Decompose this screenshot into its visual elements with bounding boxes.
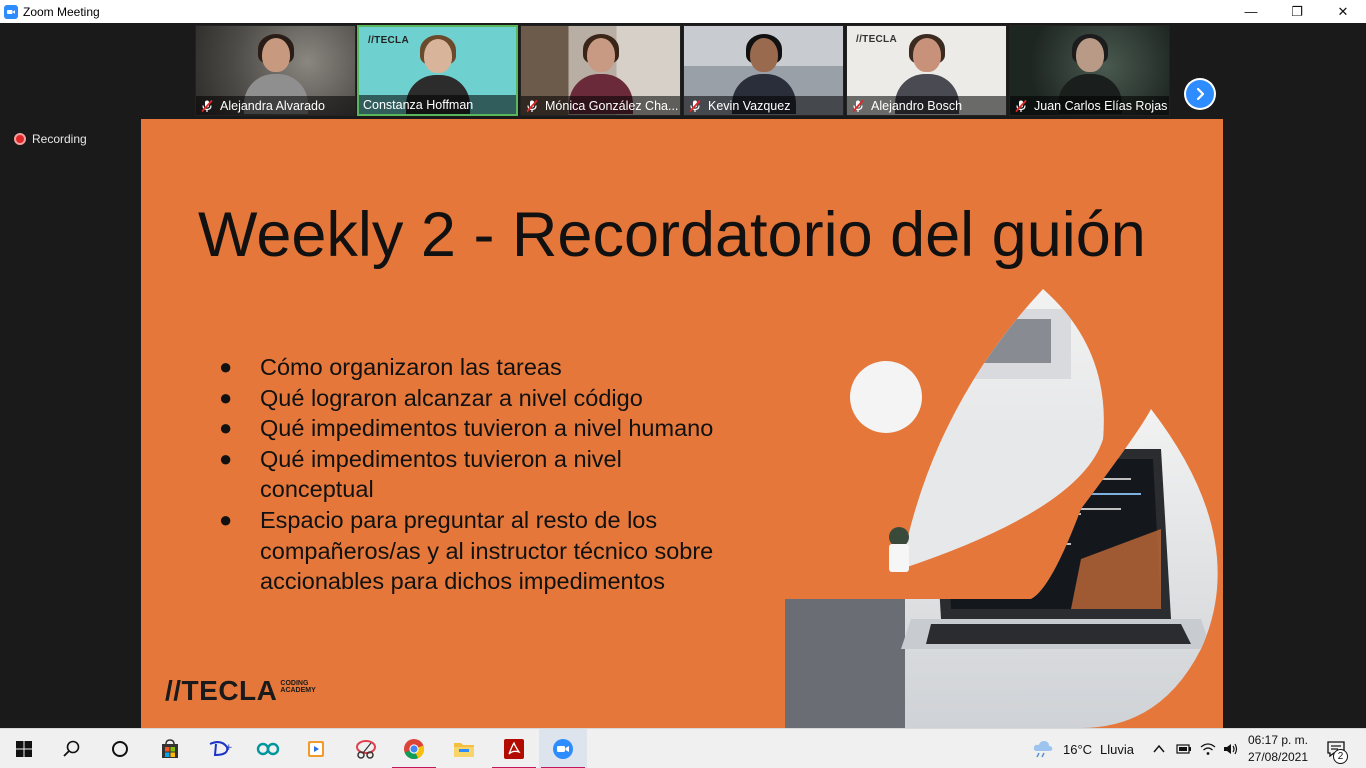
rain-cloud-icon — [1033, 741, 1053, 758]
participant-tile-active-speaker[interactable]: //TECLA Constanza Hoffman — [357, 25, 518, 116]
list-item: ● Cómo organizaron las tareas — [219, 352, 779, 383]
system-tray — [1152, 729, 1240, 768]
shared-screen-slide: Weekly 2 - Recordatorio del guión ● Cómo … — [141, 119, 1223, 728]
weather-temperature: 16°C — [1063, 741, 1093, 757]
slide-title: Weekly 2 - Recordatorio del guión — [198, 200, 1146, 270]
taskbar-app-chrome[interactable] — [390, 729, 438, 768]
participant-name: Alejandro Bosch — [871, 98, 963, 113]
close-icon: ✕ — [1337, 3, 1349, 19]
minimize-icon: — — [1244, 4, 1258, 19]
recording-dot-icon — [14, 133, 26, 145]
weather-widget[interactable]: 16°C Lluvia — [1032, 729, 1134, 768]
bullet-text: Cómo organizaron las tareas — [260, 354, 562, 380]
tecla-background-logo: //TECLA — [368, 35, 409, 46]
list-item: ● Qué impedimentos tuvieron a nivel conce… — [219, 444, 659, 505]
bullet-icon: ● — [219, 445, 233, 471]
microphone-muted-icon — [201, 99, 213, 112]
search-icon — [63, 740, 80, 757]
taskbar-app-media-player[interactable] — [292, 729, 340, 768]
bullet-text: Qué impedimentos tuvieron a nivel concep… — [260, 445, 622, 503]
svg-text:+: + — [225, 743, 233, 753]
close-button[interactable]: ✕ — [1320, 0, 1366, 23]
chevron-up-icon[interactable] — [1152, 743, 1166, 755]
bullet-icon: ● — [219, 415, 233, 441]
list-item: ● Qué impedimentos tuvieron a nivel human… — [219, 413, 779, 444]
tecla-background-logo: //TECLA — [856, 34, 897, 45]
taskbar-app-acrobat[interactable] — [490, 729, 538, 768]
participant-name: Juan Carlos Elías Rojas — [1034, 98, 1168, 113]
disney-plus-icon: + — [209, 741, 233, 757]
restore-button[interactable]: ❐ — [1274, 0, 1320, 23]
participant-name: Kevin Vazquez — [708, 98, 791, 113]
bullet-text: Espacio para preguntar al resto de los c… — [260, 506, 714, 595]
windows-taskbar: + 16°C Lluvia 06:17 p. m. 27/08/2021 2 — [0, 728, 1366, 768]
taskbar-app-file-explorer[interactable] — [440, 729, 488, 768]
list-item: ● Qué lograron alcanzar a nivel código — [219, 383, 779, 414]
participant-tile[interactable]: Kevin Vazquez — [683, 25, 844, 116]
participant-tile[interactable]: Mónica González Cha... — [520, 25, 681, 116]
participant-tile[interactable]: Juan Carlos Elías Rojas — [1009, 25, 1170, 116]
list-item: ● Espacio para preguntar al resto de los … — [219, 505, 779, 597]
bullet-icon: ● — [219, 384, 233, 410]
participant-tile[interactable]: Alejandra Alvarado — [195, 25, 356, 116]
microphone-muted-icon — [689, 99, 701, 112]
recording-indicator[interactable]: Recording — [14, 132, 87, 146]
microphone-muted-icon — [526, 99, 538, 112]
slide-bullet-list: ● Cómo organizaron las tareas ● Qué lograr… — [219, 352, 779, 597]
bullet-icon: ● — [219, 506, 233, 532]
taskbar-app-zoom[interactable] — [539, 729, 587, 768]
window-title: Zoom Meeting — [23, 4, 100, 19]
taskbar-app-snipping-tool[interactable] — [342, 729, 390, 768]
bullet-text: Qué impedimentos tuvieron a nivel humano — [260, 415, 714, 442]
bullet-icon: ● — [219, 354, 233, 379]
participant-name: Constanza Hoffman — [363, 97, 474, 112]
bullet-text: Qué lograron alcanzar a nivel código — [260, 384, 643, 411]
gallery-next-page-button[interactable] — [1184, 78, 1216, 110]
tecla-logo: //TECLA CODING ACADEMY — [165, 675, 316, 706]
search-button[interactable] — [48, 729, 96, 768]
start-icon — [16, 741, 32, 757]
wifi-icon[interactable] — [1200, 742, 1216, 756]
participant-name: Mónica González Cha... — [545, 98, 679, 113]
cortana-button[interactable] — [96, 729, 144, 768]
participant-tile[interactable]: //TECLA Alejandro Bosch — [846, 25, 1007, 116]
cortana-icon — [112, 741, 128, 757]
snipping-tool-icon — [356, 740, 376, 759]
zoom-icon — [553, 739, 573, 759]
clock-time: 06:17 p. m. — [1247, 733, 1309, 747]
laptop-workspace-illustration — [785, 289, 1218, 728]
media-player-icon — [308, 741, 324, 757]
restore-icon: ❐ — [1291, 3, 1303, 19]
zoom-app-icon — [4, 4, 18, 19]
window-titlebar: Zoom Meeting — ❐ ✕ — [0, 0, 1366, 23]
start-button[interactable] — [0, 729, 48, 768]
microphone-muted-icon — [1015, 99, 1027, 112]
taskbar-app-arduino[interactable] — [244, 729, 292, 768]
recording-label: Recording — [32, 132, 87, 146]
minimize-button[interactable]: — — [1228, 0, 1274, 23]
chevron-right-icon — [1196, 87, 1205, 101]
weather-condition: Lluvia — [1100, 741, 1135, 757]
store-icon — [162, 739, 178, 758]
arduino-icon — [256, 742, 280, 756]
file-explorer-icon — [454, 743, 474, 757]
clock-date: 27/08/2021 — [1247, 750, 1309, 764]
notification-count-badge: 2 — [1333, 749, 1348, 764]
microphone-muted-icon — [852, 99, 864, 112]
battery-icon[interactable] — [1176, 743, 1192, 755]
chrome-icon — [404, 739, 425, 760]
taskbar-clock[interactable]: 06:17 p. m. 27/08/2021 — [1236, 732, 1320, 766]
taskbar-app-store[interactable] — [146, 729, 194, 768]
taskbar-app-disney-plus[interactable]: + — [196, 729, 244, 768]
participant-name: Alejandra Alvarado — [220, 98, 325, 113]
acrobat-icon — [504, 739, 524, 759]
video-gallery-strip: Alejandra Alvarado //TECLA Constanza Hof… — [0, 23, 1366, 119]
